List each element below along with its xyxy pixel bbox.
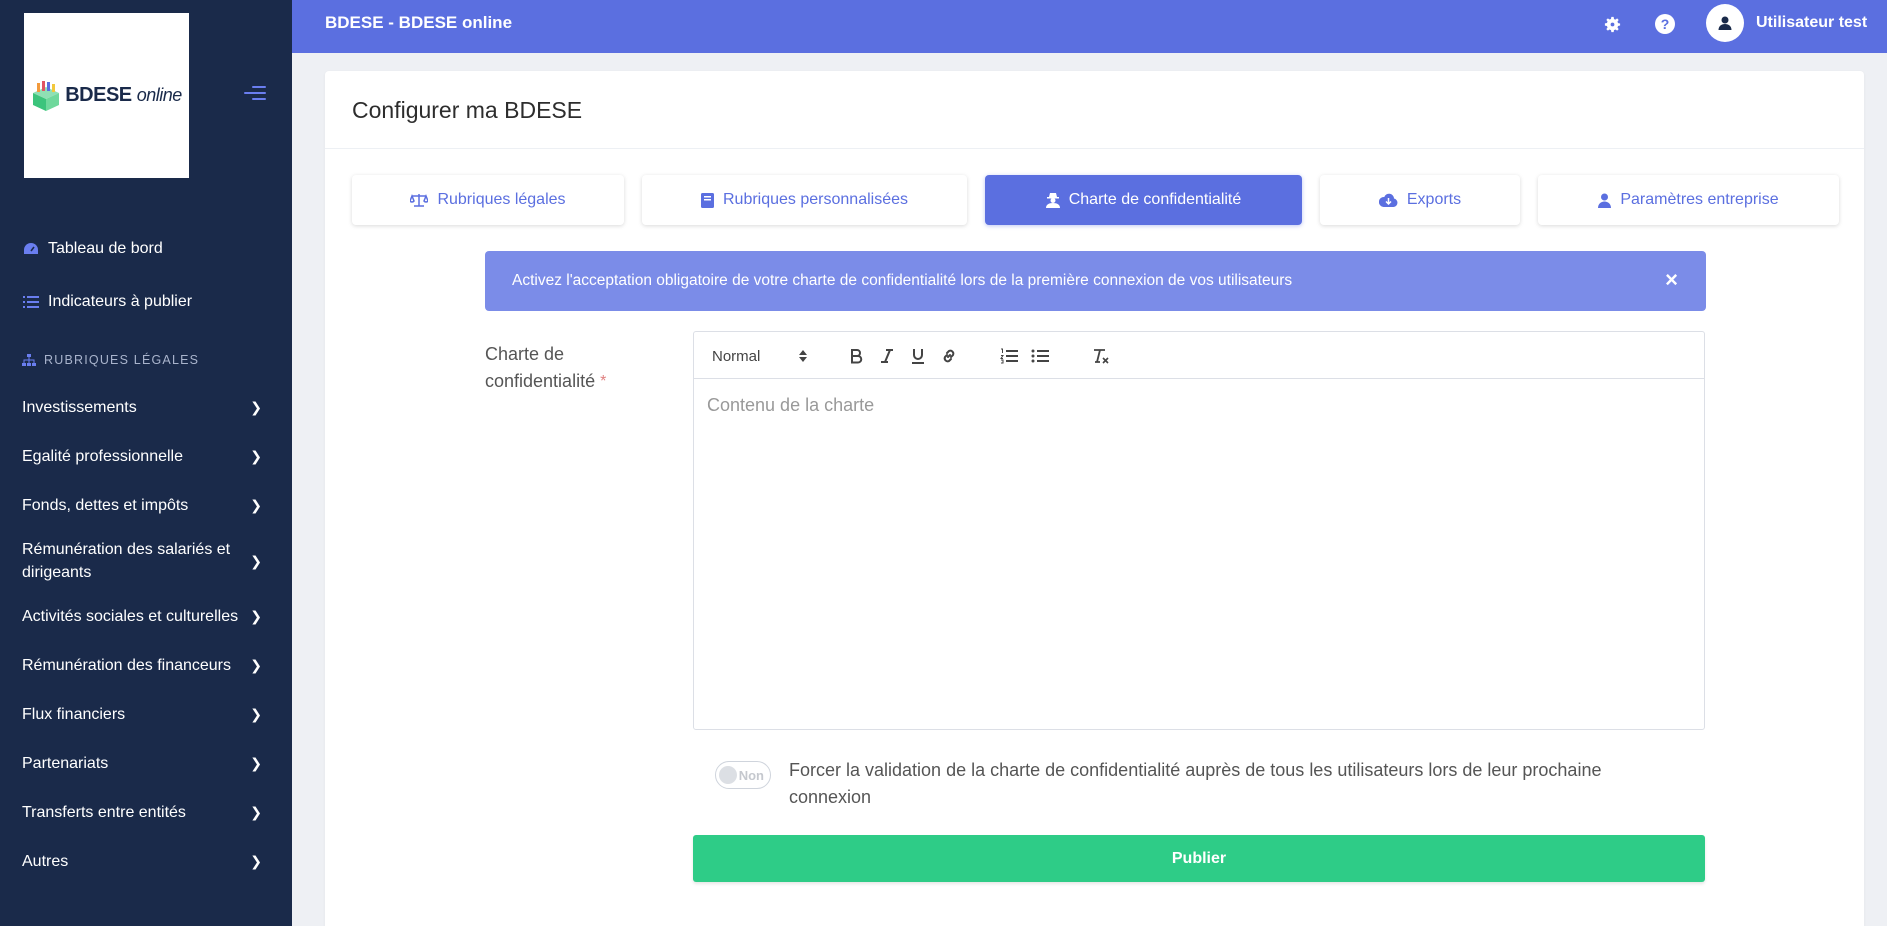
user-secret-icon xyxy=(1045,193,1060,208)
force-validation-row: Non Forcer la validation de la charte de… xyxy=(715,757,1649,811)
sidebar-item-autres[interactable]: Autres ❯ xyxy=(0,837,292,886)
bold-icon[interactable] xyxy=(846,345,866,367)
menu-toggle-icon[interactable] xyxy=(244,86,266,104)
sidebar-item-investissements[interactable]: Investissements ❯ xyxy=(0,383,292,432)
chevron-right-icon: ❯ xyxy=(250,657,262,673)
publish-button[interactable]: Publier xyxy=(693,835,1705,882)
toggle-state: Non xyxy=(738,768,764,783)
ordered-list-icon[interactable] xyxy=(999,345,1019,367)
tab-exports[interactable]: Exports xyxy=(1320,175,1520,225)
chevron-right-icon: ❯ xyxy=(250,448,262,464)
logo-suffix: online xyxy=(136,85,183,105)
user-menu[interactable]: Utilisateur test xyxy=(1706,4,1867,42)
sidebar-item-flux[interactable]: Flux financiers ❯ xyxy=(0,690,292,739)
card-header: Configurer ma BDESE xyxy=(325,71,1864,149)
bullet-list-icon[interactable] xyxy=(1030,345,1050,367)
italic-icon[interactable] xyxy=(877,345,897,367)
gear-icon[interactable] xyxy=(1602,14,1622,34)
tab-charte-confidentialite[interactable]: Charte de confidentialité xyxy=(985,175,1302,225)
app-title: BDESE - BDESE online xyxy=(325,13,513,32)
book-icon xyxy=(701,192,714,208)
charte-label: Charte de confidentialité * xyxy=(485,344,607,391)
sidebar-legal-nav: Investissements ❯ Egalité professionnelle… xyxy=(0,383,292,886)
sidebar: BDESE online Tableau de bord Indicateurs… xyxy=(0,0,292,926)
cube-logo-icon xyxy=(33,80,60,111)
link-icon[interactable] xyxy=(939,345,959,367)
toggle-knob xyxy=(719,766,737,784)
scale-icon xyxy=(410,193,429,207)
format-select[interactable]: Normal xyxy=(712,345,807,367)
sidebar-item-activites[interactable]: Activités sociales et culturelles ❯ xyxy=(0,592,292,641)
sidebar-item-label: Indicateurs à publier xyxy=(48,292,193,310)
sidebar-item-fonds[interactable]: Fonds, dettes et impôts ❯ xyxy=(0,481,292,530)
sort-icon xyxy=(799,350,807,362)
underline-icon[interactable] xyxy=(908,345,928,367)
sidebar-item-partenariats[interactable]: Partenariats ❯ xyxy=(0,739,292,788)
clear-format-icon[interactable] xyxy=(1091,345,1111,367)
chevron-right-icon: ❯ xyxy=(250,804,262,820)
close-icon[interactable]: × xyxy=(1665,269,1678,291)
required-mark: * xyxy=(600,373,607,390)
list-icon xyxy=(22,294,40,310)
tab-rubriques-legales[interactable]: Rubriques légales xyxy=(352,175,624,225)
alert-text: Activez l'acceptation obligatoire de vot… xyxy=(512,272,1293,289)
dashboard-icon xyxy=(22,241,40,257)
tab-parametres-entreprise[interactable]: Paramètres entreprise xyxy=(1538,175,1839,225)
chevron-right-icon: ❯ xyxy=(250,853,262,869)
sidebar-item-remuneration-financeurs[interactable]: Rémunération des financeurs ❯ xyxy=(0,641,292,690)
sidebar-section-title: RUBRIQUES LÉGALES xyxy=(22,353,199,367)
chevron-right-icon: ❯ xyxy=(250,706,262,722)
chevron-right-icon: ❯ xyxy=(250,755,262,771)
editor-toolbar: Normal xyxy=(694,332,1704,379)
sidebar-item-label: Tableau de bord xyxy=(48,239,163,257)
user-icon xyxy=(1718,16,1732,30)
sidebar-item-dashboard[interactable]: Tableau de bord xyxy=(0,222,292,275)
sitemap-icon xyxy=(22,354,36,366)
chevron-right-icon: ❯ xyxy=(250,608,262,624)
topbar: BDESE - BDESE online ? Utilisateur test xyxy=(292,0,1887,53)
page-title: Configurer ma BDESE xyxy=(352,97,583,123)
sidebar-item-indicators[interactable]: Indicateurs à publier xyxy=(0,275,292,328)
avatar xyxy=(1706,4,1744,42)
logo[interactable]: BDESE online xyxy=(24,13,189,178)
info-alert: Activez l'acceptation obligatoire de vot… xyxy=(485,251,1706,311)
rich-text-editor: Normal Contenu de la charte xyxy=(693,331,1705,730)
question-icon[interactable]: ? xyxy=(1655,14,1675,34)
logo-brand: BDESE xyxy=(65,84,132,106)
tab-rubriques-personnalisees[interactable]: Rubriques personnalisées xyxy=(642,175,967,225)
force-validation-label: Forcer la validation de la charte de con… xyxy=(789,760,1602,807)
config-card: Configurer ma BDESE Rubriques légales Ru… xyxy=(325,71,1864,926)
force-validation-toggle[interactable]: Non xyxy=(715,761,771,789)
sidebar-item-egalite[interactable]: Egalité professionnelle ❯ xyxy=(0,432,292,481)
sidebar-item-transferts[interactable]: Transferts entre entités ❯ xyxy=(0,788,292,837)
user-icon xyxy=(1598,193,1612,208)
cloud-download-icon xyxy=(1378,193,1398,207)
chevron-right-icon: ❯ xyxy=(250,497,262,513)
chevron-right-icon: ❯ xyxy=(250,399,262,415)
sidebar-item-remuneration-salaries[interactable]: Rémunération des salariés et dirigeants ❯ xyxy=(0,530,292,592)
sidebar-top-nav: Tableau de bord Indicateurs à publier xyxy=(0,222,292,328)
chevron-right-icon: ❯ xyxy=(250,552,262,569)
editor-content[interactable]: Contenu de la charte xyxy=(694,379,1704,729)
user-name: Utilisateur test xyxy=(1756,14,1868,31)
